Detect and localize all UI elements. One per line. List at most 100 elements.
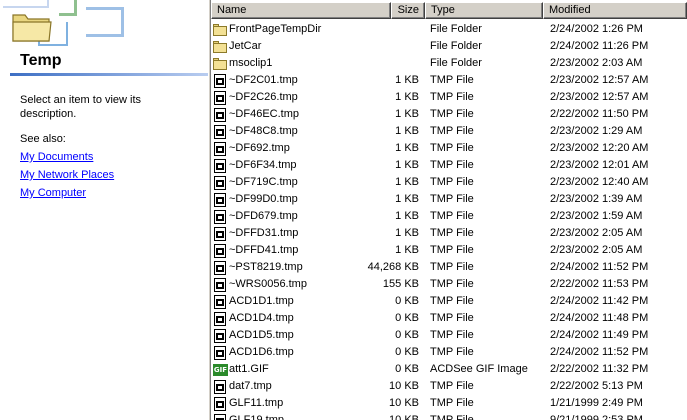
file-modified: 2/22/2002 11:53 PM bbox=[550, 278, 649, 290]
file-size: 1 KB bbox=[395, 91, 419, 103]
file-row[interactable]: ~DF48C8.tmp 1 KB TMP File 2/23/2002 1:29 AM bbox=[211, 123, 687, 140]
column-header-type[interactable]: Type bbox=[425, 2, 543, 19]
file-row[interactable]: ACD1D4.tmp 0 KB TMP File 2/24/2002 11:48 PM bbox=[211, 310, 687, 327]
my-network-places-link[interactable]: My Network Places bbox=[20, 169, 114, 181]
folder-icon bbox=[213, 24, 227, 37]
file-type: TMP File bbox=[430, 346, 474, 358]
file-row[interactable]: ACD1D1.tmp 0 KB TMP File 2/24/2002 11:42 PM bbox=[211, 293, 687, 310]
file-row[interactable]: msoclip1 File Folder 2/23/2002 2:03 AM bbox=[211, 55, 687, 72]
file-modified: 2/24/2002 11:49 PM bbox=[550, 329, 649, 341]
web-view-pane: Temp Select an item to view its descript… bbox=[0, 0, 208, 420]
tmp-file-icon bbox=[214, 414, 226, 420]
file-size: 1 KB bbox=[395, 244, 419, 256]
file-name: ~DF6F34.tmp bbox=[229, 159, 297, 171]
file-name: ACD1D1.tmp bbox=[229, 295, 294, 307]
tmp-file-icon bbox=[214, 346, 226, 360]
file-size: 0 KB bbox=[395, 295, 419, 307]
file-type: TMP File bbox=[430, 414, 474, 420]
file-row[interactable]: JetCar File Folder 2/24/2002 11:26 PM bbox=[211, 38, 687, 55]
column-header-modified[interactable]: Modified bbox=[543, 2, 687, 19]
file-row[interactable]: ~DF2C26.tmp 1 KB TMP File 2/23/2002 12:57 A… bbox=[211, 89, 687, 106]
column-header-name[interactable]: Name bbox=[211, 2, 391, 19]
title-divider bbox=[10, 73, 208, 76]
file-name: GLF19.tmp bbox=[229, 414, 285, 420]
file-row[interactable]: ~DF692.tmp 1 KB TMP File 2/23/2002 12:20 AM bbox=[211, 140, 687, 157]
file-modified: 2/23/2002 12:57 AM bbox=[550, 91, 649, 103]
folder-icon bbox=[213, 58, 227, 71]
file-row[interactable]: ~DF719C.tmp 1 KB TMP File 2/23/2002 12:40 A… bbox=[211, 174, 687, 191]
file-row[interactable]: ~DF2C01.tmp 1 KB TMP File 2/23/2002 12:57 A… bbox=[211, 72, 687, 89]
tmp-file-icon bbox=[214, 125, 226, 139]
tmp-file-icon bbox=[214, 176, 226, 190]
file-type: TMP File bbox=[430, 278, 474, 290]
my-documents-link[interactable]: My Documents bbox=[20, 151, 93, 163]
file-modified: 2/23/2002 12:20 AM bbox=[550, 142, 649, 154]
file-modified: 2/24/2002 11:52 PM bbox=[550, 346, 649, 358]
tmp-file-icon bbox=[214, 312, 226, 326]
file-size: 1 KB bbox=[395, 159, 419, 171]
file-row[interactable]: ~DFFD41.tmp 1 KB TMP File 2/23/2002 2:05 AM bbox=[211, 242, 687, 259]
file-icon-cell bbox=[213, 226, 227, 241]
file-row[interactable]: ~DF46EC.tmp 1 KB TMP File 2/22/2002 11:50 P… bbox=[211, 106, 687, 123]
file-size: 1 KB bbox=[395, 125, 419, 137]
file-row[interactable]: ACD1D6.tmp 0 KB TMP File 2/24/2002 11:52 PM bbox=[211, 344, 687, 361]
file-row[interactable]: ACD1D5.tmp 0 KB TMP File 2/24/2002 11:49 PM bbox=[211, 327, 687, 344]
file-type: File Folder bbox=[430, 57, 482, 69]
tmp-file-icon bbox=[214, 397, 226, 411]
file-row[interactable]: ~DFD679.tmp 1 KB TMP File 2/23/2002 1:59 AM bbox=[211, 208, 687, 225]
file-name: ACD1D4.tmp bbox=[229, 312, 294, 324]
file-size: 155 KB bbox=[382, 278, 419, 290]
file-size bbox=[333, 21, 419, 38]
file-name: ~DF99D0.tmp bbox=[229, 193, 298, 205]
file-name: ~PST8219.tmp bbox=[229, 261, 303, 273]
file-size: 10 KB bbox=[389, 380, 419, 392]
file-row[interactable]: dat7.tmp 10 KB TMP File 2/22/2002 5:13 PM bbox=[211, 378, 687, 395]
file-row[interactable]: GLF11.tmp 10 KB TMP File 1/21/1999 2:49 PM bbox=[211, 395, 687, 412]
file-name: JetCar bbox=[229, 40, 262, 52]
tmp-file-icon bbox=[214, 261, 226, 275]
file-row[interactable]: FrontPageTempDir File Folder 2/24/2002 1:2… bbox=[211, 21, 687, 38]
file-row[interactable]: ~WRS0056.tmp 155 KB TMP File 2/22/2002 11:5… bbox=[211, 276, 687, 293]
file-type: TMP File bbox=[430, 176, 474, 188]
file-icon-cell bbox=[213, 22, 227, 36]
file-row[interactable]: ~PST8219.tmp 44,268 KB TMP File 2/24/2002 1… bbox=[211, 259, 687, 276]
file-name: dat7.tmp bbox=[229, 380, 272, 392]
tmp-file-icon bbox=[214, 244, 226, 258]
file-name: ACD1D5.tmp bbox=[229, 329, 294, 341]
column-header-bar: Name Size Type Modified bbox=[211, 2, 687, 19]
column-header-size[interactable]: Size bbox=[391, 2, 425, 19]
file-modified: 2/23/2002 12:40 AM bbox=[550, 176, 649, 188]
file-modified: 1/21/1999 2:49 PM bbox=[550, 397, 643, 409]
file-name: ~DF48C8.tmp bbox=[229, 125, 298, 137]
banner-decoration bbox=[3, 0, 49, 8]
file-rows: FrontPageTempDir File Folder 2/24/2002 1:2… bbox=[211, 21, 687, 420]
my-computer-link[interactable]: My Computer bbox=[20, 187, 86, 199]
file-row[interactable]: GLF19.tmp 10 KB TMP File 9/21/1999 2:53 PM bbox=[211, 412, 687, 420]
file-name: ~DF2C26.tmp bbox=[229, 91, 298, 103]
file-row[interactable]: GIF att1.GIF 0 KB ACDSee GIF Image 2/22/2002… bbox=[211, 361, 687, 378]
file-size: 1 KB bbox=[395, 142, 419, 154]
file-size: 10 KB bbox=[389, 414, 419, 420]
file-icon-cell bbox=[213, 294, 227, 309]
file-icon-cell bbox=[213, 260, 227, 275]
file-type: TMP File bbox=[430, 295, 474, 307]
file-type: TMP File bbox=[430, 312, 474, 324]
file-icon-cell bbox=[213, 107, 227, 122]
file-icon-cell bbox=[213, 328, 227, 343]
file-icon-cell bbox=[213, 243, 227, 258]
file-modified: 2/23/2002 2:05 AM bbox=[550, 227, 643, 239]
file-size: 44,268 KB bbox=[367, 261, 419, 273]
file-size: 1 KB bbox=[395, 210, 419, 222]
file-type: TMP File bbox=[430, 397, 474, 409]
file-type: TMP File bbox=[430, 244, 474, 256]
file-row[interactable]: ~DF6F34.tmp 1 KB TMP File 2/23/2002 12:01 A… bbox=[211, 157, 687, 174]
file-type: TMP File bbox=[430, 227, 474, 239]
file-row[interactable]: ~DFFD31.tmp 1 KB TMP File 2/23/2002 2:05 AM bbox=[211, 225, 687, 242]
file-type: TMP File bbox=[430, 142, 474, 154]
file-modified: 2/23/2002 12:01 AM bbox=[550, 159, 649, 171]
file-name: GLF11.tmp bbox=[229, 397, 284, 409]
file-type: ACDSee GIF Image bbox=[430, 363, 528, 375]
file-icon-cell bbox=[213, 141, 227, 156]
banner-decoration bbox=[59, 0, 77, 16]
file-row[interactable]: ~DF99D0.tmp 1 KB TMP File 2/23/2002 1:39 AM bbox=[211, 191, 687, 208]
